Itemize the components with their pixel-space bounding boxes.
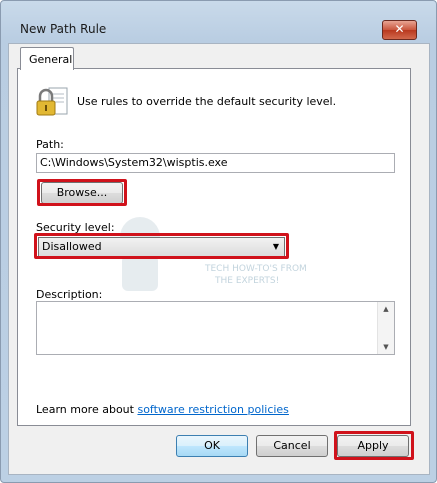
description-textarea[interactable]: ▲ ▼ [36, 301, 395, 355]
description-label: Description: [36, 288, 103, 301]
chevron-down-icon[interactable]: ▼ [270, 240, 282, 253]
watermark-tagline-1: TECH HOW-TO'S FROM [205, 264, 307, 274]
scroll-down-icon[interactable]: ▼ [378, 340, 394, 354]
learn-more-text: Learn more about software restriction po… [36, 403, 289, 416]
description-scrollbar[interactable]: ▲ ▼ [377, 302, 394, 354]
learn-more-prefix: Learn more about [36, 403, 138, 416]
scroll-up-icon[interactable]: ▲ [378, 302, 394, 316]
browse-button[interactable]: Browse... [41, 182, 123, 204]
ok-button[interactable]: OK [176, 435, 248, 457]
close-button[interactable]: ✕ [382, 20, 417, 40]
security-level-label: Security level: [36, 221, 115, 234]
security-level-select[interactable]: Disallowed ▼ [38, 237, 285, 257]
intro-text: Use rules to override the default securi… [77, 95, 337, 108]
apply-button[interactable]: Apply [337, 435, 409, 457]
path-input[interactable]: C:\Windows\System32\wisptis.exe [36, 153, 395, 173]
path-value: C:\Windows\System32\wisptis.exe [40, 156, 228, 169]
tab-general[interactable]: General [20, 47, 74, 70]
window-title: New Path Rule [20, 22, 107, 36]
security-level-value: Disallowed [42, 240, 102, 253]
path-label: Path: [36, 138, 64, 151]
cancel-button[interactable]: Cancel [256, 435, 328, 457]
watermark-tagline-2: THE EXPERTS! [215, 276, 280, 286]
software-restriction-policies-link[interactable]: software restriction policies [137, 403, 288, 416]
lock-icon [36, 87, 68, 116]
tab-label: General [29, 53, 73, 66]
